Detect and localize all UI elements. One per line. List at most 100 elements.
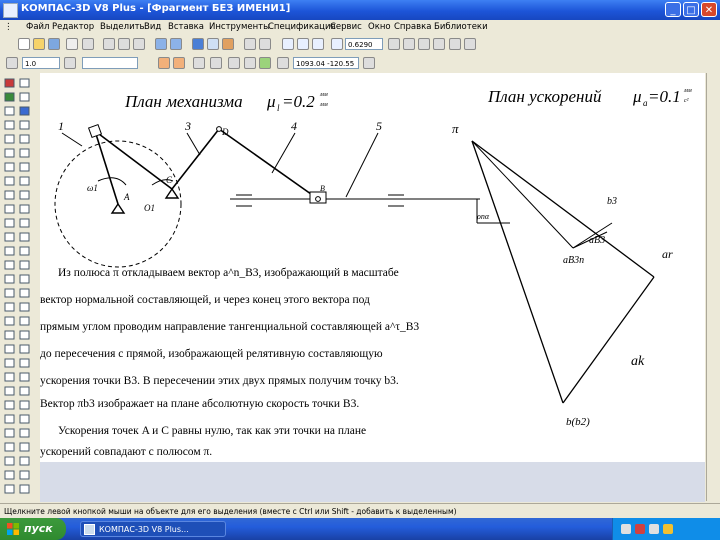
style-dropdown-icon[interactable] <box>64 57 76 69</box>
label-pi: π <box>452 121 459 136</box>
mech-scale-symbol: μ <box>266 92 276 111</box>
menu-help[interactable]: Справка <box>394 22 431 32</box>
zoom-all-icon[interactable] <box>418 38 430 50</box>
start-label: пуск <box>24 522 53 535</box>
zoom-in-icon[interactable] <box>282 38 294 50</box>
canvas-bottom-area <box>40 462 705 502</box>
mech-scale-sub: l <box>277 103 280 113</box>
layer-icon[interactable] <box>6 57 18 69</box>
variables-icon[interactable] <box>244 38 256 50</box>
zoom-window-icon[interactable] <box>297 38 309 50</box>
snap-icon[interactable] <box>464 38 476 50</box>
save-icon[interactable] <box>48 38 60 50</box>
zoom-out-icon[interactable] <box>312 38 324 50</box>
preview-icon[interactable] <box>82 38 94 50</box>
refresh-icon[interactable] <box>433 38 445 50</box>
close-button[interactable]: ✕ <box>701 2 717 17</box>
taskbar-item-kompas[interactable]: КОМПАС-3D V8 Plus... <box>80 521 226 537</box>
open-folder-icon[interactable] <box>33 38 45 50</box>
drawing-canvas[interactable]: План механизма μ l =0.2 мм мм План ускор… <box>40 73 705 462</box>
menu-select[interactable]: Выделить <box>100 22 145 32</box>
status-hint: Щелкните левой кнопкой мыши на объекте д… <box>4 507 457 516</box>
accel-vector-ak <box>471 140 564 404</box>
support-o1 <box>110 202 126 214</box>
menu-service[interactable]: Сервис <box>330 22 362 32</box>
tool-palette-icons <box>4 78 30 494</box>
menu-tools[interactable]: Инструменты <box>209 22 270 32</box>
copy-icon[interactable] <box>118 38 130 50</box>
cursor-pos-icon[interactable] <box>277 57 289 69</box>
ortho-icon[interactable] <box>210 57 222 69</box>
menu-window[interactable]: Окно <box>368 22 391 32</box>
crank-link <box>94 130 119 205</box>
coords-dropdown-icon[interactable] <box>363 57 375 69</box>
mech-scale-units-bottom: мм <box>319 102 328 108</box>
menu-insert[interactable]: Вставка <box>168 22 204 32</box>
tray-icon-2[interactable] <box>635 524 645 534</box>
grid-icon[interactable] <box>193 57 205 69</box>
menu-specification[interactable]: Спецификация <box>268 22 336 32</box>
vertical-scrollbar[interactable] <box>706 73 720 501</box>
maximize-button[interactable]: □ <box>683 2 699 17</box>
paste-icon[interactable] <box>133 38 145 50</box>
zoom-scale-icon[interactable] <box>331 38 343 50</box>
print-icon[interactable] <box>66 38 78 50</box>
menu-file[interactable]: Файл <box>26 22 49 32</box>
menu-editor[interactable]: Редактор <box>52 22 94 32</box>
label-pna: ρпα <box>476 212 490 221</box>
cut-icon[interactable] <box>103 38 115 50</box>
label-o1: O1 <box>144 203 155 213</box>
leader-3 <box>186 132 201 156</box>
text-line-3: прямым углом проводим направление танген… <box>40 321 420 333</box>
menu-libraries[interactable]: Библиотеки <box>434 22 488 32</box>
connecting-rod <box>218 128 319 200</box>
zoom-dropdown-icon[interactable] <box>388 38 400 50</box>
local-cs-icon[interactable] <box>228 57 240 69</box>
joint-d <box>216 126 222 132</box>
snap-toggle-icon[interactable] <box>259 57 271 69</box>
menu-view[interactable]: Вид <box>144 22 161 32</box>
title-bar: КОМПАС-3D V8 Plus - [Фрагмент БЕЗ ИМЕНИ1… <box>0 0 720 20</box>
pen-icon[interactable] <box>158 57 170 69</box>
label-5: 5 <box>376 119 382 133</box>
tree-icon[interactable] <box>207 38 219 50</box>
label-b3: b3 <box>607 196 617 207</box>
standard-toolbar: 0.6290 <box>0 36 720 54</box>
label-a: A <box>123 192 130 202</box>
accel-title: План ускорений <box>487 87 602 106</box>
tray-icon-4[interactable] <box>663 524 673 534</box>
cursor-coords: 1093.04 -120.55 <box>293 57 359 69</box>
windows-flag-icon <box>7 523 19 535</box>
support-c <box>164 187 180 199</box>
minimize-button[interactable]: _ <box>665 2 681 17</box>
redo-icon[interactable] <box>170 38 182 50</box>
label-c: C <box>166 175 173 185</box>
start-button[interactable]: пуск <box>0 518 66 540</box>
zoom-combo[interactable]: 0.6290 <box>345 38 383 50</box>
label-omega1: ω1 <box>87 183 98 193</box>
new-document-icon[interactable] <box>18 38 30 50</box>
cs-icon[interactable] <box>244 57 256 69</box>
accel-scale-units-bottom: с² <box>684 98 689 104</box>
properties-icon[interactable] <box>192 38 204 50</box>
tray-icon-1[interactable] <box>621 524 631 534</box>
library-icon[interactable] <box>222 38 234 50</box>
layers-icon[interactable] <box>449 38 461 50</box>
pan-icon[interactable] <box>403 38 415 50</box>
label-ab3-n: aB3n <box>563 255 584 266</box>
style-combo[interactable]: 1.0 <box>22 57 60 69</box>
brush-icon[interactable] <box>173 57 185 69</box>
text-line-1: Из полюса π откладываем вектор a^n_B3, и… <box>58 267 399 279</box>
manager-icon[interactable] <box>259 38 271 50</box>
layer-combo[interactable] <box>82 57 138 69</box>
taskbar-item-label: КОМПАС-3D V8 Plus... <box>99 525 189 534</box>
current-state-toolbar: 1.0 1093.04 -120.55 <box>0 55 720 72</box>
mech-title: План механизма <box>124 92 243 111</box>
text-line-4: до пересечения с прямой, изображающей ре… <box>40 348 383 360</box>
accel-scale-symbol: μ <box>632 87 642 106</box>
undo-icon[interactable] <box>155 38 167 50</box>
system-tray <box>612 518 720 540</box>
leader-5 <box>345 132 379 198</box>
tray-icon-3[interactable] <box>649 524 659 534</box>
text-line-7: Ускорения точек A и C равны нулю, так ка… <box>58 425 367 437</box>
